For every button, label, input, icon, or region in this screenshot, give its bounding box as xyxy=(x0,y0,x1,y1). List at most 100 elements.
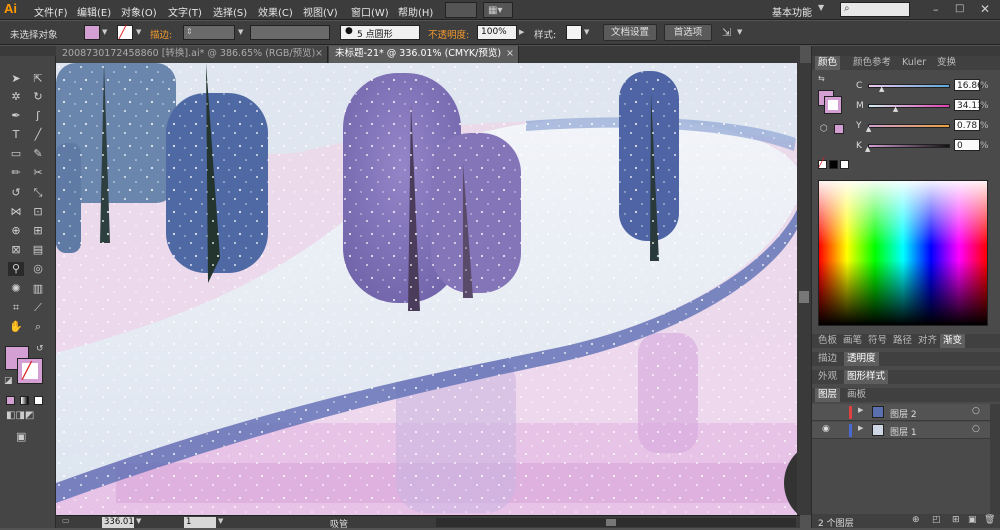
screen-mode-icon[interactable]: ▣ xyxy=(16,430,26,443)
gradient-tool-icon[interactable]: ▤ xyxy=(30,243,46,257)
channel-k-value[interactable]: 0 xyxy=(954,139,980,151)
stroke-color-box[interactable]: ╱ xyxy=(17,358,43,384)
close-icon[interactable]: × xyxy=(315,46,323,62)
rectangle-tool-icon[interactable]: ▭ xyxy=(8,147,24,161)
eraser-tool-icon[interactable]: ✂ xyxy=(30,166,46,180)
channel-m-slider[interactable] xyxy=(868,104,950,108)
hand-tool-icon[interactable]: ✋ xyxy=(8,320,24,334)
tab-document-1[interactable]: 2008730172458860 [转换].ai* @ 386.65% (RGB… xyxy=(56,46,328,63)
menu-window[interactable]: 窗口(W) xyxy=(351,4,389,19)
artboard-canvas[interactable] xyxy=(56,63,800,515)
menu-object[interactable]: 对象(O) xyxy=(121,4,157,19)
pencil-tool-icon[interactable]: ✏ xyxy=(8,166,24,180)
swap-colors-icon[interactable]: ↺ xyxy=(36,344,44,354)
line-segment-tool-icon[interactable]: ╱ xyxy=(30,128,46,142)
target-circle-icon[interactable]: ○ xyxy=(972,406,980,416)
layer-row[interactable]: ▶ 图层 2 ○ xyxy=(812,404,990,421)
menu-help[interactable]: 帮助(H) xyxy=(398,4,433,19)
rotate-tool-icon[interactable]: ↺ xyxy=(8,186,24,200)
none-mode-button[interactable] xyxy=(34,396,43,405)
layers-scrollbar[interactable] xyxy=(990,404,1000,514)
direct-selection-tool-icon[interactable]: ⇱ xyxy=(30,72,46,86)
tab-symbols[interactable]: 符号 xyxy=(865,334,890,348)
tab-artboards[interactable]: 画板 xyxy=(844,388,869,402)
swap-colors-icon[interactable]: ⇆ xyxy=(818,74,825,83)
channel-y-value[interactable]: 0.78 xyxy=(954,119,980,131)
tab-transparency[interactable]: 透明度 xyxy=(844,352,879,366)
opacity-label[interactable]: 不透明度: xyxy=(428,27,469,41)
menu-view[interactable]: 视图(V) xyxy=(303,4,338,19)
zoom-tool-icon[interactable]: ⌕ xyxy=(30,320,46,334)
type-tool-icon[interactable]: T xyxy=(8,128,24,142)
tab-color[interactable]: 颜色 xyxy=(815,56,841,70)
eyedropper-tool-icon[interactable]: ⚲ xyxy=(8,262,24,276)
tab-appearance[interactable]: 外观 xyxy=(815,370,840,384)
menu-file[interactable]: 文件(F) xyxy=(34,4,68,19)
slice-tool-icon[interactable]: ⟋ xyxy=(30,301,46,315)
trash-icon[interactable]: 🗑 xyxy=(984,515,995,525)
tab-graphic-styles[interactable]: 图形样式 xyxy=(844,370,889,384)
menu-edit[interactable]: 编辑(E) xyxy=(77,4,111,19)
tab-document-2[interactable]: 未标题-21* @ 336.01% (CMYK/预览) × xyxy=(329,46,519,63)
arrange-icon[interactable]: ⇲ xyxy=(722,26,731,39)
mesh-tool-icon[interactable]: ⊠ xyxy=(8,243,24,257)
arrange-docs-button[interactable]: ▦▾ xyxy=(483,2,513,18)
gradient-mode-button[interactable] xyxy=(20,396,29,405)
shape-builder-tool-icon[interactable]: ⊕ xyxy=(8,224,24,238)
brush-definition-field[interactable]: ● 5 点圆形 xyxy=(340,25,420,40)
default-colors-icon[interactable]: ◪ xyxy=(4,376,13,386)
stroke-swatch[interactable]: ╱ xyxy=(117,25,133,40)
color-spectrum[interactable] xyxy=(818,180,988,326)
horizontal-scrollbar[interactable] xyxy=(436,518,796,527)
tab-align[interactable]: 对齐 xyxy=(915,334,940,348)
graphic-style-swatch[interactable] xyxy=(566,25,582,40)
clipping-mask-icon[interactable]: ◰ xyxy=(932,515,941,525)
fill-swatch[interactable] xyxy=(84,25,100,40)
free-transform-tool-icon[interactable]: ⊡ xyxy=(30,205,46,219)
preferences-button[interactable]: 首选项 xyxy=(664,24,712,41)
scroll-thumb[interactable] xyxy=(799,291,809,303)
close-icon[interactable]: ✕ xyxy=(980,2,990,16)
menu-effect[interactable]: 效果(C) xyxy=(258,4,293,19)
selection-tool-icon[interactable]: ➤ xyxy=(8,72,24,86)
draw-mode-icon[interactable]: ◧◨◩ xyxy=(6,410,34,421)
menu-select[interactable]: 选择(S) xyxy=(213,4,247,19)
tab-transform[interactable]: 变换 xyxy=(934,56,959,70)
black-swatch[interactable] xyxy=(829,160,838,169)
tab-color-guide[interactable]: 颜色参考 xyxy=(850,56,894,70)
column-graph-tool-icon[interactable]: ▥ xyxy=(30,282,46,296)
channel-m-value[interactable]: 34.13 xyxy=(954,99,983,111)
zoom-field[interactable]: 336.01 xyxy=(102,517,134,528)
channel-k-slider[interactable] xyxy=(868,144,950,148)
channel-y-handle[interactable]: ▲ xyxy=(866,125,871,133)
layer-row[interactable]: ◉ ▶ 图层 1 ○ xyxy=(812,422,990,439)
new-sublayer-icon[interactable]: ⊞ xyxy=(952,515,960,525)
menu-type[interactable]: 文字(T) xyxy=(168,4,202,19)
symbol-sprayer-tool-icon[interactable]: ✺ xyxy=(8,282,24,296)
width-tool-icon[interactable]: ⋈ xyxy=(8,205,24,219)
search-input[interactable]: ⌕ xyxy=(840,2,910,17)
panel-stroke-swatch[interactable] xyxy=(824,96,842,114)
channel-c-handle[interactable]: ▲ xyxy=(879,85,884,93)
stroke-label[interactable]: 描边: xyxy=(150,27,172,41)
lasso-tool-icon[interactable]: ↻ xyxy=(30,90,46,104)
target-circle-icon[interactable]: ○ xyxy=(972,424,980,434)
opacity-field[interactable]: 100% xyxy=(477,25,517,40)
white-swatch[interactable] xyxy=(840,160,849,169)
artboard-number-field[interactable]: 1 xyxy=(184,517,216,528)
new-layer-icon[interactable]: ▣ xyxy=(968,515,977,525)
restore-icon[interactable]: □ xyxy=(955,3,964,14)
color-mode-button[interactable] xyxy=(6,396,15,405)
channel-m-handle[interactable]: ▲ xyxy=(893,105,898,113)
curvature-tool-icon[interactable]: ʃ xyxy=(30,109,46,123)
channel-y-slider[interactable] xyxy=(868,124,950,128)
tab-kuler[interactable]: Kuler xyxy=(899,56,929,70)
blend-tool-icon[interactable]: ◎ xyxy=(30,262,46,276)
tab-pathfinder[interactable]: 路径 xyxy=(890,334,915,348)
scale-tool-icon[interactable]: ⤡ xyxy=(30,186,46,200)
tab-brushes[interactable]: 画笔 xyxy=(840,334,865,348)
artboard-tool-icon[interactable]: ⌗ xyxy=(8,301,24,315)
out-of-web-swatch[interactable] xyxy=(834,124,844,134)
layer-name[interactable]: 图层 1 xyxy=(890,425,917,438)
expand-arrow-icon[interactable]: ▶ xyxy=(858,406,863,414)
